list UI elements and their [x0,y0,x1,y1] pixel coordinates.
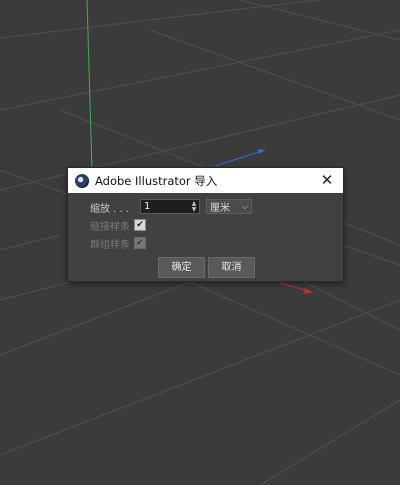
ok-button[interactable]: 确定 [158,257,205,278]
scale-label: 缩放 . . . [90,204,130,215]
cinema4d-logo-icon [75,173,89,188]
unit-value: 厘米 [210,203,230,214]
checkmark-icon: ✔ [136,238,144,248]
z-axis-line [214,149,266,167]
unit-dropdown[interactable]: 厘米 ⌵ [206,199,252,214]
close-icon[interactable]: ✕ [319,172,335,188]
group-splines-label: 群组样条 [90,240,130,251]
scale-value: 1 [144,201,151,212]
dialog-titlebar[interactable]: Adobe Illustrator 导入 ✕ [68,168,343,193]
chevron-down-icon: ⌵ [241,201,248,211]
group-splines-checkbox[interactable]: ✔ [134,237,146,249]
scale-input[interactable]: 1 ▲ ▼ [140,199,200,214]
ai-import-dialog: Adobe Illustrator 导入 ✕ 缩放 . . . 1 ▲ ▼ 厘米 … [67,167,344,282]
dialog-title: Adobe Illustrator 导入 [95,173,218,188]
connect-splines-checkbox[interactable]: ✔ [134,219,146,231]
checkmark-icon: ✔ [136,220,144,230]
scale-spinner[interactable]: ▲ ▼ [191,201,197,213]
cancel-button[interactable]: 取消 [208,257,255,278]
y-axis-line [86,0,93,171]
connect-splines-label: 链接样条 [90,222,130,233]
